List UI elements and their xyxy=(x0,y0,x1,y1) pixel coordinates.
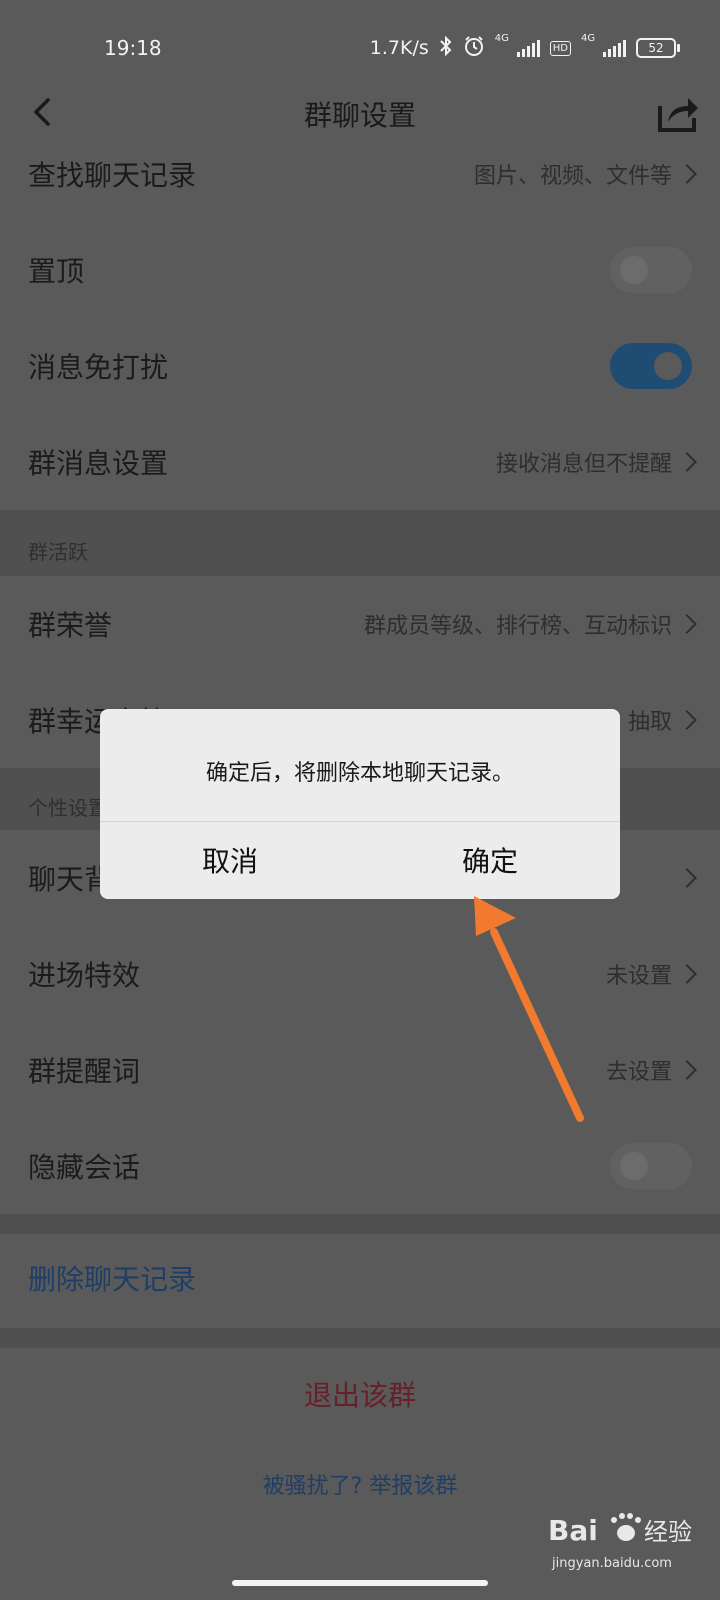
row-pin: 置顶 xyxy=(0,222,720,318)
row-entry-effect[interactable]: 进场特效 未设置 xyxy=(0,926,720,1022)
chevron-right-icon xyxy=(677,868,697,888)
row-label: 置顶 xyxy=(28,255,85,288)
row-hide-chat: 隐藏会话 xyxy=(0,1118,720,1214)
row-label: 群提醒词 xyxy=(28,1055,141,1088)
row-label: 进场特效 xyxy=(28,959,141,992)
section-activity: 群活跃 xyxy=(0,510,720,576)
chevron-right-icon xyxy=(677,964,697,984)
svg-text:经验: 经验 xyxy=(644,1518,692,1546)
row-group-message-settings[interactable]: 群消息设置 接收消息但不提醒 xyxy=(0,414,720,510)
chevron-right-icon xyxy=(677,452,697,472)
hide-chat-toggle[interactable] xyxy=(610,1143,692,1189)
baidu-jingyan-watermark: Bai 经验 jingyan.baidu.com xyxy=(548,1506,708,1582)
toggle-knob xyxy=(620,1152,648,1180)
network-speed: 1.7K/s xyxy=(369,37,429,59)
confirm-button[interactable]: 确定 xyxy=(360,821,620,899)
row-search-history[interactable]: 查找聊天记录 图片、视频、文件等 xyxy=(0,126,720,222)
status-bar: 19:18 1.7K/s 4G HD 4G 52 xyxy=(0,0,720,96)
confirm-dialog: 确定后，将删除本地聊天记录。 取消 确定 xyxy=(100,709,620,899)
hd-badge: HD xyxy=(549,40,571,56)
signal-sim2-icon: 4G xyxy=(581,33,626,57)
row-group-honor[interactable]: 群荣誉 群成员等级、排行榜、互动标识 xyxy=(0,576,720,672)
chevron-right-icon xyxy=(677,710,697,730)
cancel-button[interactable]: 取消 xyxy=(100,821,360,899)
section-divider xyxy=(0,1328,720,1348)
row-value: 图片、视频、文件等 xyxy=(473,164,672,189)
row-label: 群消息设置 xyxy=(28,447,169,480)
row-group-reminder[interactable]: 群提醒词 去设置 xyxy=(0,1022,720,1118)
dialog-message: 确定后，将删除本地聊天记录。 xyxy=(205,761,514,786)
row-label: 消息免打扰 xyxy=(28,351,169,384)
dnd-toggle[interactable] xyxy=(610,343,692,389)
row-label: 查找聊天记录 xyxy=(28,159,197,192)
row-label: 群荣誉 xyxy=(28,609,113,642)
battery-icon: 52 xyxy=(636,38,680,58)
baidu-paw-logo-icon: Bai 经验 xyxy=(548,1513,692,1547)
exit-group-button[interactable]: 退出该群 xyxy=(0,1374,720,1414)
svg-text:Bai: Bai xyxy=(548,1514,598,1547)
row-value: 接收消息但不提醒 xyxy=(495,452,672,477)
report-group-link[interactable]: 被骚扰了? 举报该群 xyxy=(0,1468,720,1500)
pin-toggle[interactable] xyxy=(610,247,692,293)
home-indicator[interactable] xyxy=(232,1580,488,1586)
section-divider xyxy=(0,1214,720,1234)
section-title: 群活跃 xyxy=(28,540,88,564)
section-title: 个性设置 xyxy=(28,796,108,820)
row-value: 群成员等级、排行榜、互动标识 xyxy=(363,614,672,639)
chevron-right-icon xyxy=(677,614,697,634)
chevron-right-icon xyxy=(677,164,697,184)
toggle-knob xyxy=(620,256,648,284)
alarm-icon xyxy=(463,35,485,62)
annotation-arrow-icon xyxy=(474,896,584,1122)
row-label: 隐藏会话 xyxy=(28,1151,141,1184)
signal-sim1-icon: 4G xyxy=(495,33,540,57)
watermark-url: jingyan.baidu.com xyxy=(552,1556,672,1571)
row-value: 去设置 xyxy=(605,1060,672,1085)
status-time: 19:18 xyxy=(104,36,162,60)
chevron-right-icon xyxy=(677,1060,697,1080)
row-do-not-disturb: 消息免打扰 xyxy=(0,318,720,414)
row-value: 未设置 xyxy=(605,964,672,989)
row-value: 抽取 xyxy=(627,710,672,735)
status-icons: 1.7K/s 4G HD 4G 52 xyxy=(369,33,680,62)
toggle-knob xyxy=(654,352,682,380)
delete-history-link[interactable]: 删除聊天记录 xyxy=(28,1258,196,1298)
bluetooth-icon xyxy=(439,35,453,61)
